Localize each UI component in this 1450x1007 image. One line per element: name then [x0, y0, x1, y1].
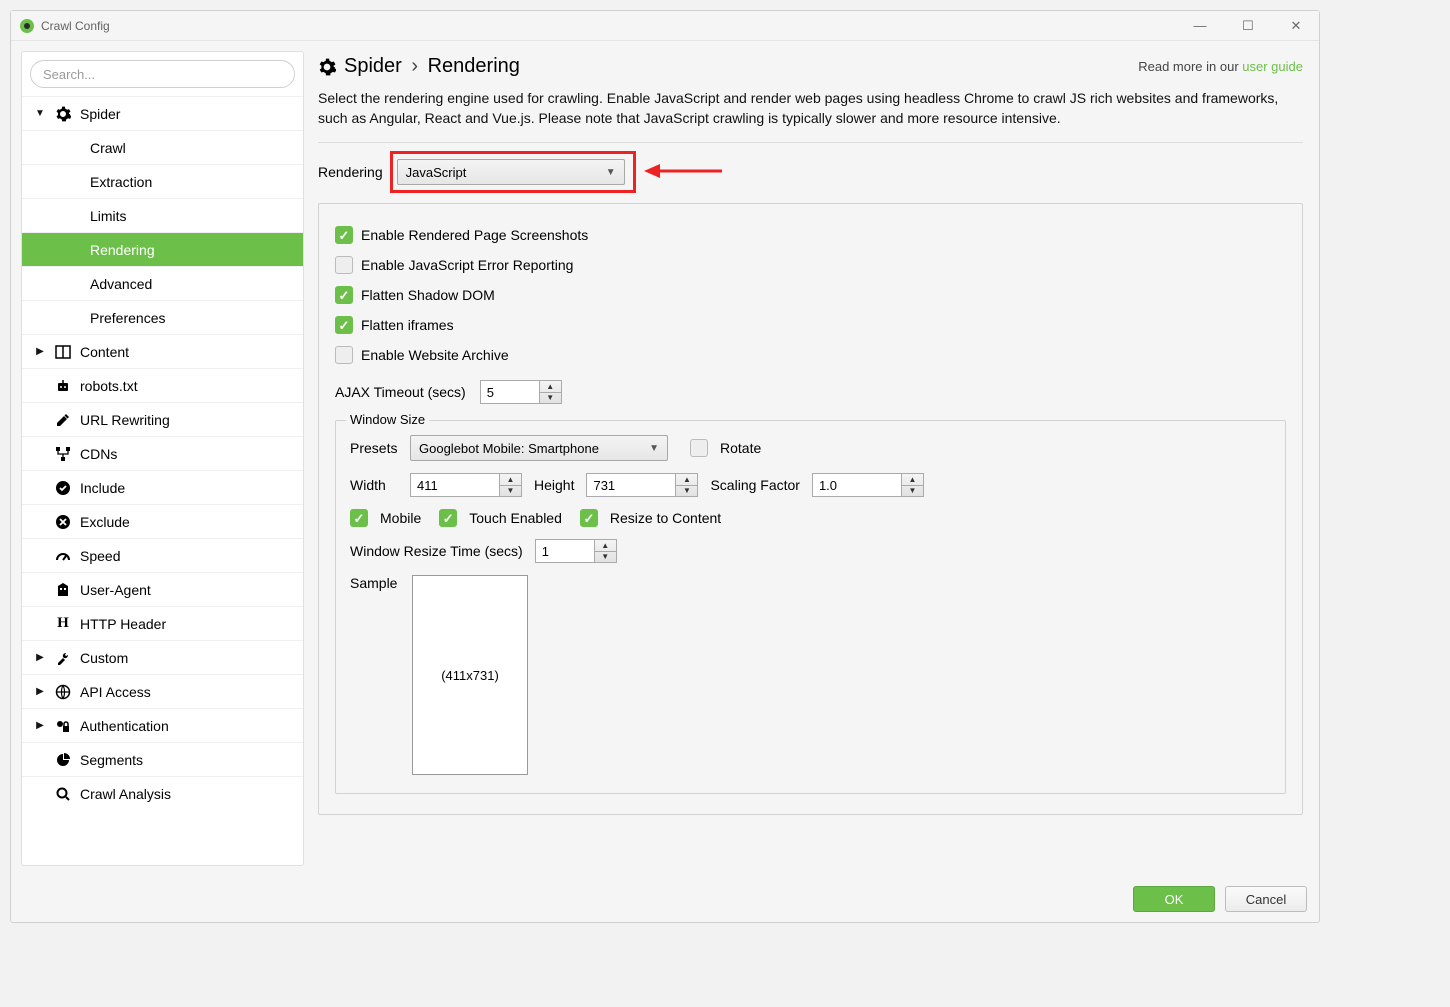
- mobile-checkbox[interactable]: [350, 509, 368, 527]
- page-header: Spider › Rendering Read more in our user…: [318, 55, 1303, 78]
- sidebar-item-authentication[interactable]: ▶ Authentication: [22, 708, 303, 742]
- lock-icon: [54, 718, 72, 734]
- content-icon: [54, 344, 72, 360]
- pencil-icon: [54, 412, 72, 428]
- sidebar-item-spider[interactable]: ▼ Spider: [22, 96, 303, 130]
- resize-content-checkbox[interactable]: [580, 509, 598, 527]
- minimize-button[interactable]: —: [1185, 18, 1215, 34]
- sidebar: ▼ Spider Crawl Extraction Limits Renderi…: [21, 51, 304, 866]
- close-button[interactable]: ✕: [1281, 18, 1311, 34]
- sidebar-item-cdns[interactable]: CDNs: [22, 436, 303, 470]
- sidebar-item-url-rewriting[interactable]: URL Rewriting: [22, 402, 303, 436]
- robot-icon: [54, 378, 72, 394]
- ok-button[interactable]: OK: [1133, 886, 1215, 912]
- height-spinner[interactable]: ▲▼: [586, 473, 698, 497]
- sidebar-item-crawl[interactable]: Crawl: [22, 130, 303, 164]
- height-label: Height: [534, 477, 574, 493]
- dialog-footer: OK Cancel: [11, 876, 1319, 922]
- scaling-spinner[interactable]: ▲▼: [812, 473, 924, 497]
- x-circle-icon: [54, 514, 72, 530]
- gauge-icon: [54, 548, 72, 564]
- touch-checkbox[interactable]: [439, 509, 457, 527]
- sidebar-item-rendering[interactable]: Rendering: [22, 232, 303, 266]
- presets-select[interactable]: Googlebot Mobile: Smartphone ▼: [410, 435, 668, 461]
- stepper-down-icon[interactable]: ▼: [540, 393, 561, 404]
- chevron-down-icon: ▼: [606, 167, 616, 178]
- annotation-arrow: [644, 161, 722, 184]
- sidebar-item-custom[interactable]: ▶ Custom: [22, 640, 303, 674]
- sidebar-item-content[interactable]: ▶ Content: [22, 334, 303, 368]
- flatten-shadow-dom-checkbox[interactable]: [335, 286, 353, 304]
- globe-icon: [54, 684, 72, 700]
- h-icon: H: [54, 615, 72, 632]
- rendering-label: Rendering: [318, 164, 383, 180]
- sidebar-item-extraction[interactable]: Extraction: [22, 164, 303, 198]
- flatten-iframes-checkbox[interactable]: [335, 316, 353, 334]
- sidebar-item-include[interactable]: Include: [22, 470, 303, 504]
- caret-down-icon: ▼: [32, 108, 48, 119]
- check-circle-icon: [54, 480, 72, 496]
- sidebar-item-preferences[interactable]: Preferences: [22, 300, 303, 334]
- divider: [318, 142, 1303, 143]
- network-icon: [54, 446, 72, 462]
- maximize-button[interactable]: ☐: [1233, 18, 1263, 34]
- crawl-config-window: Crawl Config — ☐ ✕ ▼ Spider Crawl Extrac…: [10, 10, 1320, 923]
- page-description: Select the rendering engine used for cra…: [318, 88, 1303, 128]
- enable-screenshots-checkbox[interactable]: [335, 226, 353, 244]
- sidebar-item-user-agent[interactable]: User-Agent: [22, 572, 303, 606]
- width-label: Width: [350, 477, 398, 493]
- gear-icon: [318, 58, 336, 76]
- window-size-group: Window Size Presets Googlebot Mobile: Sm…: [335, 420, 1286, 794]
- cancel-button[interactable]: Cancel: [1225, 886, 1307, 912]
- rendering-select[interactable]: JavaScript ▼: [397, 159, 625, 185]
- pie-icon: [54, 752, 72, 768]
- sidebar-item-speed[interactable]: Speed: [22, 538, 303, 572]
- ajax-timeout-spinner[interactable]: ▲▼: [480, 380, 562, 404]
- sidebar-item-api-access[interactable]: ▶ API Access: [22, 674, 303, 708]
- sidebar-item-exclude[interactable]: Exclude: [22, 504, 303, 538]
- stepper-up-icon[interactable]: ▲: [540, 381, 561, 393]
- chevron-down-icon: ▼: [649, 443, 659, 454]
- rendering-options: Enable Rendered Page Screenshots Enable …: [318, 203, 1303, 815]
- width-spinner[interactable]: ▲▼: [410, 473, 522, 497]
- sidebar-item-limits[interactable]: Limits: [22, 198, 303, 232]
- sample-label: Sample: [350, 575, 398, 591]
- user-guide-link[interactable]: user guide: [1242, 59, 1303, 74]
- sidebar-item-robots[interactable]: robots.txt: [22, 368, 303, 402]
- search-input[interactable]: [30, 60, 295, 88]
- sidebar-item-label: Spider: [80, 106, 120, 122]
- titlebar: Crawl Config — ☐ ✕: [11, 11, 1319, 41]
- caret-right-icon: ▶: [32, 346, 48, 357]
- enable-js-errors-checkbox[interactable]: [335, 256, 353, 274]
- resize-time-label: Window Resize Time (secs): [350, 543, 523, 559]
- gear-icon: [54, 106, 72, 122]
- presets-label: Presets: [350, 440, 398, 456]
- sidebar-item-crawl-analysis[interactable]: Crawl Analysis: [22, 776, 303, 810]
- app-icon: [19, 18, 35, 34]
- caret-right-icon: ▶: [32, 652, 48, 663]
- sidebar-item-http-header[interactable]: H HTTP Header: [22, 606, 303, 640]
- resize-time-spinner[interactable]: ▲▼: [535, 539, 617, 563]
- ajax-timeout-label: AJAX Timeout (secs): [335, 384, 466, 400]
- window-size-legend: Window Size: [346, 412, 429, 427]
- search-icon: [54, 786, 72, 802]
- sidebar-item-advanced[interactable]: Advanced: [22, 266, 303, 300]
- caret-right-icon: ▶: [32, 720, 48, 731]
- sidebar-item-segments[interactable]: Segments: [22, 742, 303, 776]
- sample-preview: (411x731): [412, 575, 528, 775]
- scaling-label: Scaling Factor: [710, 477, 799, 493]
- building-icon: [54, 582, 72, 598]
- caret-right-icon: ▶: [32, 686, 48, 697]
- tools-icon: [54, 650, 72, 666]
- breadcrumb: Spider › Rendering: [344, 55, 520, 78]
- rotate-checkbox[interactable]: [690, 439, 708, 457]
- enable-website-archive-checkbox[interactable]: [335, 346, 353, 364]
- window-title: Crawl Config: [41, 19, 110, 33]
